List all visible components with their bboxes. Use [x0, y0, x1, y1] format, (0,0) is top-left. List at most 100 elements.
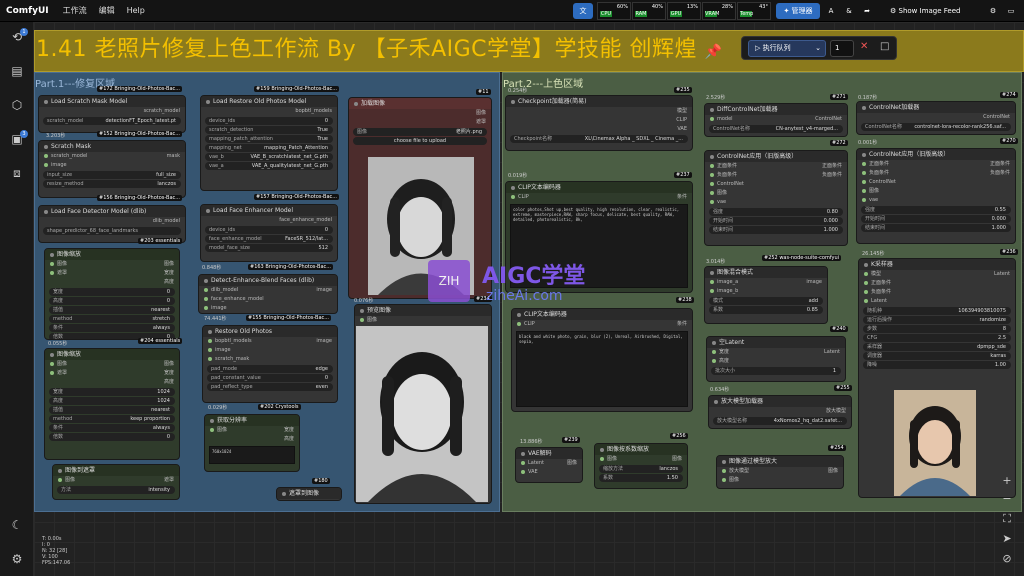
widget[interactable]: Checkpoint名称 XL\Cinemax Alpha _ SDXL _ Ci…: [510, 135, 688, 143]
node-restore-old-photos[interactable]: Restore Old Photos bopbtl_models image im…: [202, 325, 338, 403]
widget[interactable]: 结束时间 1.000: [709, 226, 843, 234]
widget[interactable]: 降噪 1.00: [863, 361, 1011, 369]
node-image-to-mask[interactable]: 图像到遮罩 图像 遮罩 方法 intensity: [52, 464, 180, 500]
widget[interactable]: mapping_net mapping_Patch_Attention: [205, 144, 333, 152]
run-queue-button[interactable]: ▷ 执行队列 ⌄: [748, 40, 826, 57]
widget[interactable]: 宽度 0: [49, 288, 175, 296]
node-load-restore-old-photos-model[interactable]: Load Restore Old Photos Model bopbtl_mod…: [200, 95, 338, 191]
node-image-blend-mode[interactable]: 图像混合模式 image_a image image_b 模式 add 系数 0.85: [704, 266, 828, 324]
widget[interactable]: 采样器 dpmpp_sde: [863, 343, 1011, 351]
node-empty-latent[interactable]: 空Latent 宽度 Latent 高度 批次大小 1: [706, 336, 846, 382]
widget[interactable]: 倍数 0: [49, 433, 175, 441]
stop-icon[interactable]: □: [880, 41, 889, 52]
node-clip-text-negative[interactable]: CLIP文本编码器 CLIP 条件 black and white photo, …: [511, 308, 693, 412]
menu-workflow[interactable]: 工作流: [63, 5, 87, 16]
toolbar-icon-c[interactable]: ➦: [860, 3, 874, 19]
node-image-scale-1[interactable]: 图像缩放 图像 图像 遮罩 宽度 高度 宽度 0 高度 0 插值 nearest meth…: [44, 248, 180, 340]
widget[interactable]: 方法 intensity: [57, 486, 175, 494]
node-load-scratch-mask-model[interactable]: Load Scratch Mask Model scratch_model sc…: [38, 95, 186, 133]
node-checkpoint-loader[interactable]: Checkpoint加载器(简易) 模型 CLIP VAE Checkpoint…: [505, 95, 693, 151]
node-upscale-by-model[interactable]: 图像通过模型放大 放大模型 图像 图像: [716, 455, 844, 489]
widget[interactable]: 高度 0: [49, 297, 175, 305]
queue-icon[interactable]: ▤: [10, 64, 24, 78]
widget[interactable]: 运行后操作 randomize: [863, 316, 1011, 324]
toggle-links-icon[interactable]: ⊘: [996, 550, 1018, 568]
widget[interactable]: 条件 always: [49, 424, 175, 432]
widget[interactable]: device_ids 0: [205, 117, 333, 125]
widget[interactable]: method keep proportion: [49, 415, 175, 423]
translate-button[interactable]: 文: [573, 3, 593, 19]
node-controlnet-apply-2[interactable]: ControlNet应用（旧版高级） 正面条件 正面条件 负面条件 负面条件 Con…: [856, 148, 1016, 244]
widget[interactable]: 插值 nearest: [49, 406, 175, 414]
widget[interactable]: scratch_model detectionFT_Epoch_latest.pt: [43, 117, 181, 125]
widget[interactable]: pad_reflect_type even: [207, 383, 333, 391]
widget[interactable]: pad_mode edge: [207, 365, 333, 373]
manager-button[interactable]: ✦ 管理器: [776, 3, 820, 19]
toolbar-icon-b[interactable]: &: [842, 3, 856, 19]
node-image-scale-by[interactable]: 图像按系数缩放 图像 图像 缩放方法 lanczos 系数 1.50: [594, 443, 688, 489]
collapse-button[interactable]: ▭: [1004, 3, 1018, 19]
widget[interactable]: 随机种 106394903810075: [863, 307, 1011, 315]
node-image-scale-2[interactable]: 图像缩放 图像 图像 遮罩 宽度 高度 宽度 1024 高度 1024 插值 neares…: [44, 348, 180, 460]
widget[interactable]: vae_a VAE_A_qualitylatest_net_G.pth: [205, 162, 333, 170]
widget[interactable]: 宽度 1024: [49, 388, 175, 396]
settings-gear-icon[interactable]: ⚙: [10, 552, 24, 566]
widget[interactable]: 步数 8: [863, 325, 1011, 333]
settings-button[interactable]: ⚙: [986, 3, 1000, 19]
select-mode-icon[interactable]: ➤: [996, 530, 1018, 548]
widget[interactable]: shape_predictor_68_face_landmarks: [43, 227, 181, 235]
widget[interactable]: ControlNet名称 CN-anytest_v4-marged...: [709, 125, 843, 133]
workflow-icon[interactable]: ⧈: [10, 166, 24, 180]
widget[interactable]: 放大模型名称 4xNomos2_hq_dat2.safet...: [713, 417, 847, 425]
widget[interactable]: 插值 nearest: [49, 306, 175, 314]
fit-view-icon[interactable]: ⛶: [996, 510, 1018, 528]
widget[interactable]: face_enhance_model FaceSR_512/lat...: [205, 235, 333, 243]
widget[interactable]: 强度 0.55: [861, 206, 1011, 214]
widget[interactable]: input_size full_size: [43, 171, 181, 179]
widget[interactable]: 条件 always: [49, 324, 175, 332]
node-controlnet-apply-1[interactable]: ControlNet应用（旧版高级） 正面条件 正面条件 负面条件 负面条件 Con…: [704, 150, 848, 246]
upload-button[interactable]: choose file to upload: [353, 137, 487, 145]
node-upscale-model-loader[interactable]: 放大模型加载器 放大模型 放大模型名称 4xNomos2_hq_dat2.safe…: [708, 395, 852, 429]
widget[interactable]: CFG 2.5: [863, 334, 1011, 342]
widget[interactable]: model_face_size 512: [205, 244, 333, 252]
theme-moon-icon[interactable]: ☾: [10, 518, 24, 532]
node-library-icon[interactable]: ⬡: [10, 98, 24, 112]
widget[interactable]: 系数 1.50: [599, 474, 683, 482]
batch-count-input[interactable]: 1: [830, 40, 854, 57]
node-diff-controlnet-loader[interactable]: DiffControlNet加载器 model ControlNet Contro…: [704, 103, 848, 137]
zoom-in-icon[interactable]: +: [996, 472, 1018, 490]
negative-prompt-textarea[interactable]: black and white photo, grain, blur (2), …: [516, 331, 688, 407]
menu-edit[interactable]: 编辑: [99, 5, 115, 16]
menu-help[interactable]: Help: [127, 6, 145, 15]
widget[interactable]: vae_b VAE_B_scratchlatest_net_G.pth: [205, 153, 333, 161]
node-get-resolution[interactable]: 获取分辨率 图像 宽度 高度 760x1024: [204, 414, 300, 472]
widget[interactable]: 开始时间 0.000: [861, 215, 1011, 223]
widget[interactable]: 开始时间 0.000: [709, 217, 843, 225]
widget[interactable]: resize_method lanczos: [43, 180, 181, 188]
toolbar-icon-a[interactable]: A: [824, 3, 838, 19]
widget[interactable]: 调度器 karras: [863, 352, 1011, 360]
node-detect-enhance-blend-faces[interactable]: Detect-Enhance-Blend Faces (dlib) dlib_m…: [198, 274, 338, 314]
node-vae-decode[interactable]: VAE解码 Latent 图像 VAE: [515, 447, 583, 483]
show-image-feed-button[interactable]: ⚙ Show Image Feed: [886, 3, 974, 19]
node-controlnet-loader[interactable]: ControlNet加载器 ControlNet ControlNet名称 con…: [856, 101, 1016, 135]
image-select[interactable]: 图像 老照片.png: [353, 128, 487, 136]
widget[interactable]: 结束时间 1.000: [861, 224, 1011, 232]
widget[interactable]: mapping_patch_attention True: [205, 135, 333, 143]
widget[interactable]: 高度 1024: [49, 397, 175, 405]
widget[interactable]: 系数 0.85: [709, 306, 823, 314]
widget[interactable]: 缩放方法 lanczos: [599, 465, 683, 473]
cancel-icon[interactable]: ✕: [860, 41, 868, 52]
widget[interactable]: 强度 0.80: [709, 208, 843, 216]
widget[interactable]: device_ids 0: [205, 226, 333, 234]
widget[interactable]: pad_constant_value 0: [207, 374, 333, 382]
node-mask-to-image[interactable]: 遮罩到图像: [276, 487, 342, 501]
widget[interactable]: 批次大小 1: [711, 367, 841, 375]
widget[interactable]: method stretch: [49, 315, 175, 323]
node-scratch-mask[interactable]: Scratch Mask scratch_model mask image inp…: [38, 140, 186, 198]
node-load-face-enhancer[interactable]: Load Face Enhancer Model face_enhance_mo…: [200, 204, 338, 262]
widget[interactable]: scratch_detection True: [205, 126, 333, 134]
widget[interactable]: ControlNet名称 controlnet-lora-recolor-rank…: [861, 123, 1011, 131]
zoom-out-icon[interactable]: −: [996, 490, 1018, 508]
